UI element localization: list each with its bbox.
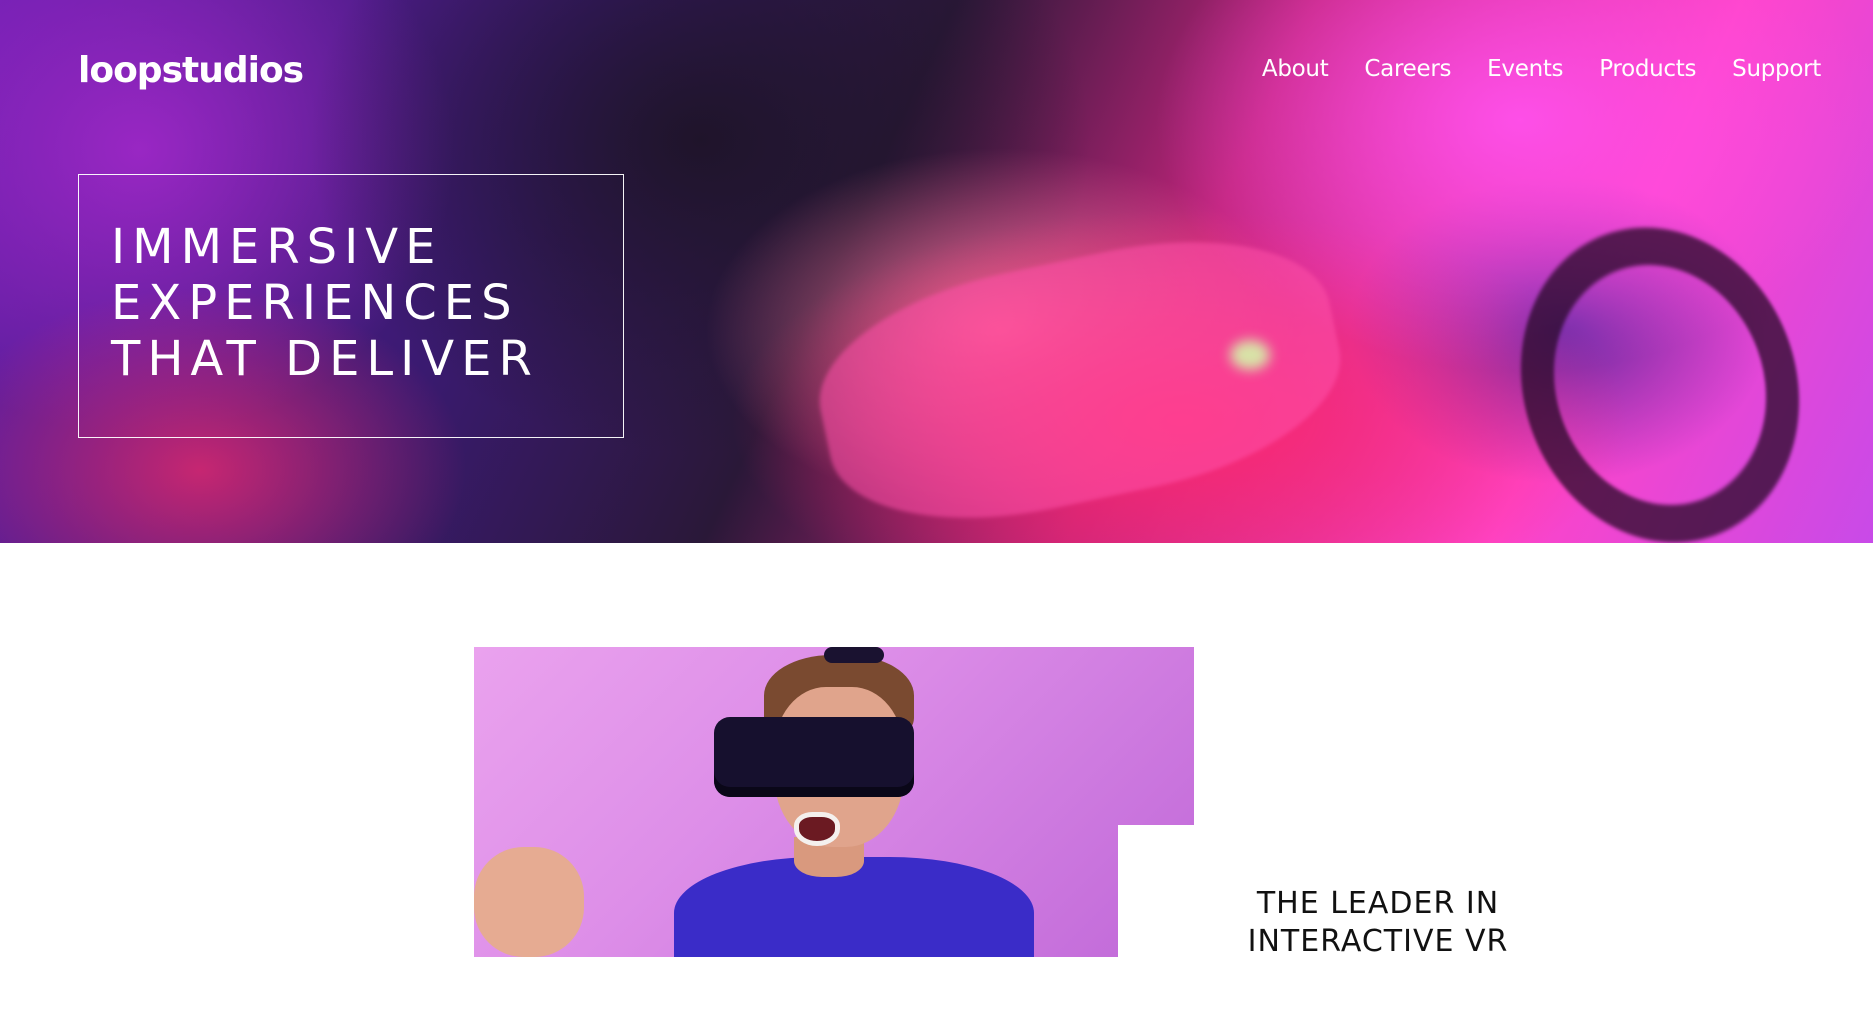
hero-headline-box: IMMERSIVE EXPERIENCES THAT DELIVER [78, 174, 624, 438]
hero-background-shape [1230, 340, 1270, 370]
nav-link-support[interactable]: Support [1732, 56, 1821, 82]
vr-image-headset-strap [824, 647, 884, 663]
interactive-title: THE LEADER IN INTERACTIVE VR [1247, 886, 1509, 959]
hero-headline-line: EXPERIENCES [111, 275, 519, 331]
nav-link-events[interactable]: Events [1487, 56, 1563, 82]
hero-headline: IMMERSIVE EXPERIENCES THAT DELIVER [111, 219, 623, 387]
hero-section: loopstudios About Careers Events Product… [0, 0, 1873, 543]
vr-image-hand [474, 847, 584, 957]
vr-headset [714, 717, 914, 797]
interactive-card: THE LEADER IN INTERACTIVE VR [1118, 825, 1718, 1025]
hero-headline-line: THAT DELIVER [111, 331, 539, 387]
hero-headline-line: IMMERSIVE [111, 219, 443, 275]
hero-background-shape [1477, 188, 1843, 543]
nav-link-products[interactable]: Products [1599, 56, 1696, 82]
nav-link-about[interactable]: About [1262, 56, 1329, 82]
vr-person-image [474, 647, 1194, 957]
nav-link-careers[interactable]: Careers [1364, 56, 1451, 82]
main-nav: About Careers Events Products Support [1262, 56, 1821, 82]
hero-background-shape [800, 208, 1360, 543]
logo[interactable]: loopstudios [78, 50, 304, 91]
vr-image-mouth [794, 812, 840, 846]
